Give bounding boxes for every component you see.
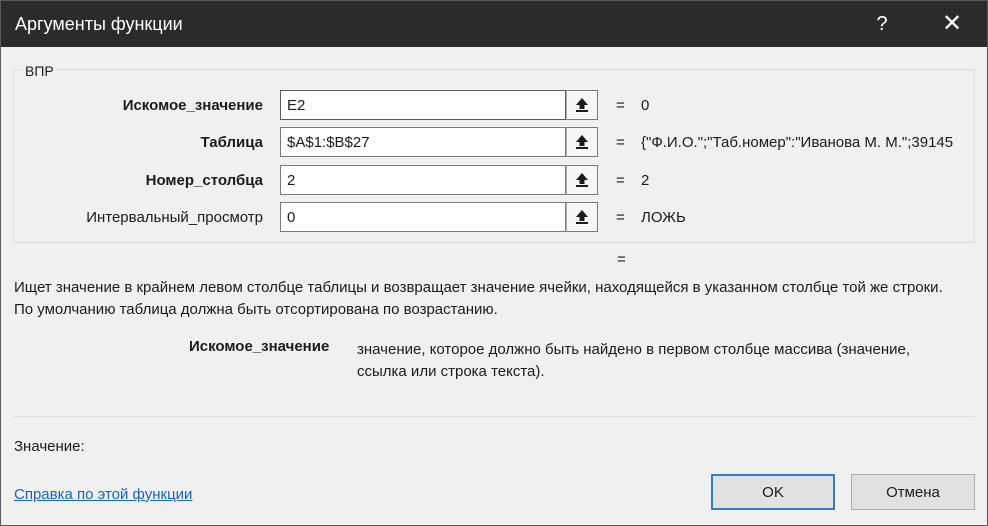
formula-value-label: Значение:	[14, 438, 85, 455]
collapse-dialog-icon[interactable]	[566, 127, 598, 157]
arg-equals-sign: =	[616, 97, 625, 114]
function-description: Ищет значение в крайнем левом столбце та…	[14, 277, 976, 321]
arg-label-range-lookup: Интервальный_просмотр	[86, 209, 263, 226]
arg-equals-sign: =	[616, 172, 625, 189]
param-help-text: значение, которое должно быть найдено в …	[357, 341, 911, 380]
up-arrow-icon	[576, 210, 588, 224]
function-arguments-dialog: Аргументы функции ? ✕ ВПР Искомое_значен…	[0, 0, 988, 526]
arg-input-column-index[interactable]	[280, 165, 566, 195]
up-arrow-icon	[576, 98, 588, 112]
ok-button[interactable]: OK	[711, 474, 835, 510]
arg-input-table[interactable]	[280, 127, 566, 157]
formula-result-equals: =	[617, 251, 626, 268]
arg-result-lookup-value: 0	[641, 97, 650, 114]
arg-equals-sign: =	[616, 209, 625, 226]
arg-label-table: Таблица	[200, 134, 263, 151]
arg-result-table: {"Ф.И.О.";"Таб.номер":"Иванова М. М.";39…	[641, 134, 954, 151]
arg-input-range-lookup[interactable]	[280, 202, 566, 232]
param-help-name: Искомое_значение	[189, 338, 330, 355]
collapse-dialog-icon[interactable]	[566, 202, 598, 232]
arg-label-column-index: Номер_столбца	[145, 172, 263, 189]
arg-input-lookup-value[interactable]	[280, 90, 566, 120]
function-help-link[interactable]: Справка по этой функции	[14, 486, 192, 503]
function-name: ВПР	[23, 63, 56, 79]
up-arrow-icon	[576, 135, 588, 149]
arg-result-column-index: 2	[641, 172, 650, 189]
arg-result-range-lookup: ЛОЖЬ	[641, 209, 686, 226]
collapse-dialog-icon[interactable]	[566, 165, 598, 195]
cancel-button[interactable]: Отмена	[851, 474, 975, 510]
collapse-dialog-icon[interactable]	[566, 90, 598, 120]
arg-equals-sign: =	[616, 134, 625, 151]
title-bar: Аргументы функции ? ✕	[1, 1, 987, 47]
dialog-title: Аргументы функции	[15, 14, 183, 34]
description-line: Ищет значение в крайнем левом столбце та…	[14, 279, 943, 296]
arg-label-lookup-value: Искомое_значение	[122, 97, 263, 114]
close-icon[interactable]: ✕	[929, 1, 975, 47]
help-icon[interactable]: ?	[859, 1, 905, 47]
up-arrow-icon	[576, 173, 588, 187]
divider	[13, 416, 975, 417]
description-line: По умолчанию таблица должна быть отсорти…	[14, 301, 498, 318]
